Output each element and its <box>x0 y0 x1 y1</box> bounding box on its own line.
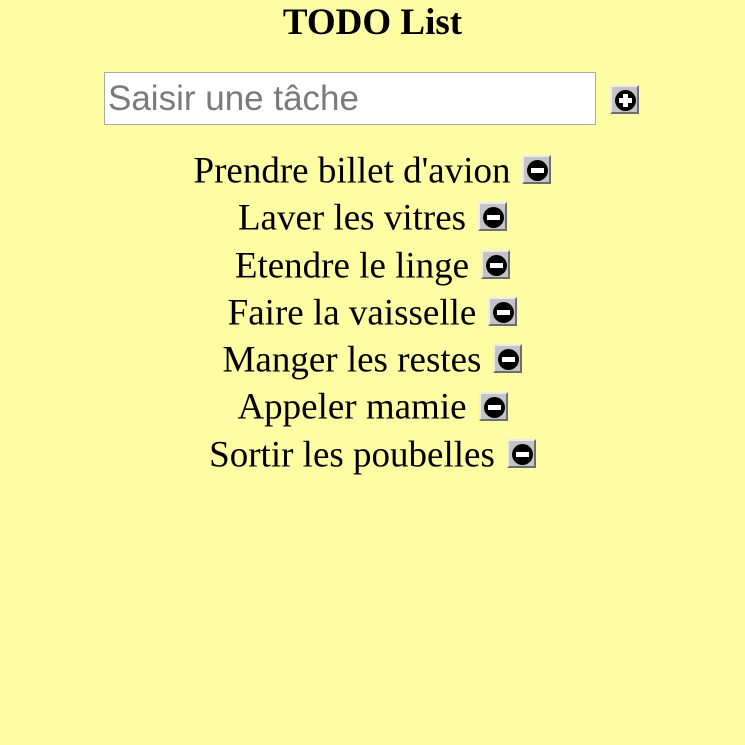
task-list: Prendre billet d'avion Laver les vitres … <box>0 146 745 477</box>
task-input[interactable] <box>104 72 596 125</box>
minus-circle-icon <box>493 301 515 323</box>
task-label: Manger les restes <box>222 339 482 381</box>
minus-circle-icon <box>511 443 533 465</box>
add-task-button[interactable] <box>610 85 639 114</box>
task-item: Prendre billet d'avion <box>0 146 745 193</box>
remove-task-button[interactable] <box>488 296 518 326</box>
task-item: Sortir les poubelles <box>0 430 745 477</box>
task-item: Faire la vaisselle <box>0 288 745 335</box>
remove-task-button[interactable] <box>493 344 523 374</box>
task-label: Faire la vaisselle <box>227 292 477 334</box>
plus-circle-icon <box>615 90 636 111</box>
task-item: Laver les vitres <box>0 193 745 240</box>
remove-task-button[interactable] <box>481 249 511 279</box>
task-label: Sortir les poubelles <box>209 434 495 476</box>
todo-page: TODO List Prendre billet d'avion Laver l… <box>0 0 745 745</box>
page-title: TODO List <box>282 2 463 43</box>
remove-task-button[interactable] <box>478 391 508 421</box>
task-item: Appeler mamie <box>0 382 745 429</box>
task-item: Etendre le linge <box>0 241 745 288</box>
remove-task-button[interactable] <box>522 155 552 185</box>
task-label: Appeler mamie <box>237 387 467 428</box>
minus-circle-icon <box>486 254 508 276</box>
task-label: Laver les vitres <box>237 197 467 239</box>
minus-circle-icon <box>483 207 505 229</box>
minus-circle-icon <box>498 349 520 371</box>
remove-task-button[interactable] <box>478 202 508 232</box>
minus-circle-icon <box>483 396 505 418</box>
minus-circle-icon <box>527 160 549 182</box>
task-item: Manger les restes <box>0 335 745 382</box>
task-label: Prendre billet d'avion <box>193 150 511 192</box>
task-label: Etendre le linge <box>234 245 470 287</box>
remove-task-button[interactable] <box>506 438 536 468</box>
